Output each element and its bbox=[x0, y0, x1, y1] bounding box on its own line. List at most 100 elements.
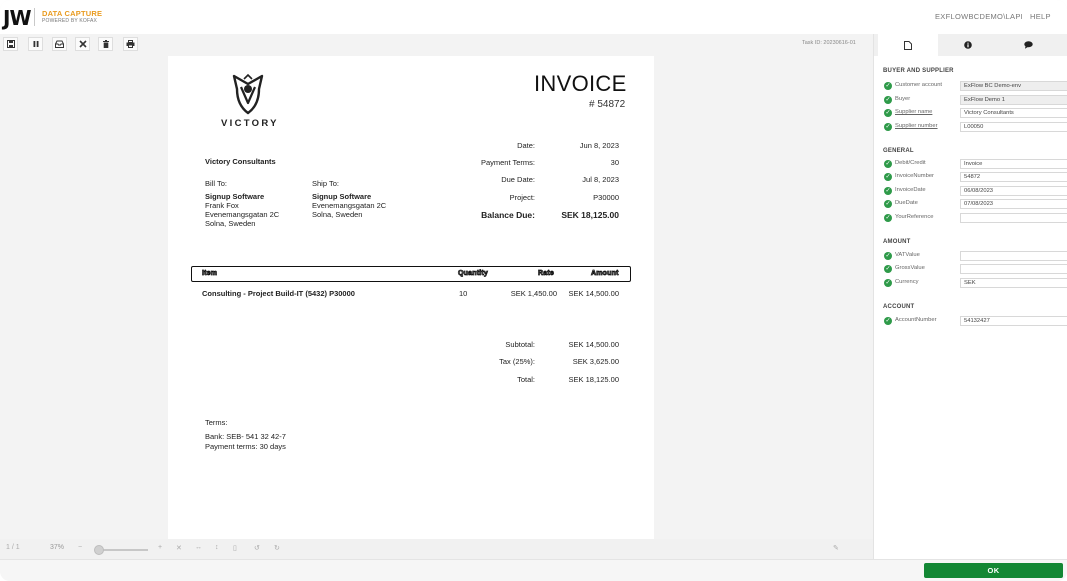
supplier-logo-text: VICTORY bbox=[221, 118, 279, 129]
field-value[interactable] bbox=[960, 213, 1067, 223]
field-value[interactable]: SEK bbox=[960, 278, 1067, 288]
field-value[interactable]: ExFlow Demo 1 bbox=[960, 95, 1067, 105]
zoom-out-button[interactable]: − bbox=[78, 544, 82, 551]
help-link[interactable]: HELP bbox=[1030, 12, 1051, 21]
field-value[interactable] bbox=[960, 251, 1067, 261]
bill-to-line: Frank Fox bbox=[205, 201, 239, 210]
edit-pencil-icon[interactable]: ✎ bbox=[833, 544, 839, 552]
supplier-name: Victory Consultants bbox=[205, 157, 276, 166]
field-supplier-name: ✓ Supplier name Victory Consultants bbox=[884, 108, 1067, 119]
field-gross-value: ✓ GrossValue bbox=[884, 264, 1067, 275]
field-value[interactable] bbox=[960, 264, 1067, 274]
item-quantity: 10 bbox=[459, 289, 468, 298]
page-view-icon[interactable]: ▯ bbox=[233, 544, 237, 552]
field-label-link[interactable]: Supplier number bbox=[895, 123, 938, 129]
panel-tabs bbox=[874, 34, 1067, 56]
check-icon: ✓ bbox=[884, 317, 892, 325]
field-vat-value: ✓ VATValue bbox=[884, 251, 1067, 262]
tab-info[interactable] bbox=[938, 34, 998, 56]
pause-icon bbox=[33, 41, 38, 47]
trash-icon bbox=[102, 40, 109, 48]
meta-value: P30000 bbox=[593, 193, 619, 202]
terms-label: Terms: bbox=[205, 418, 228, 427]
fit-height-icon[interactable]: ↕ bbox=[215, 544, 219, 551]
save-icon bbox=[6, 40, 15, 48]
field-label: Buyer bbox=[895, 96, 911, 102]
pause-button[interactable] bbox=[28, 37, 43, 51]
bill-to-label: Bill To: bbox=[205, 179, 227, 188]
field-label: DueDate bbox=[895, 200, 918, 206]
document-viewer[interactable] bbox=[0, 54, 873, 539]
check-icon: ✓ bbox=[884, 160, 892, 168]
footer-bar: OK bbox=[0, 559, 1067, 581]
check-icon: ✓ bbox=[884, 187, 892, 195]
field-customer-account: ✓ Customer account ExFlow BC Demo-env bbox=[884, 81, 1067, 92]
field-debit-credit: ✓ Debit/Credit Invoice bbox=[884, 159, 1067, 170]
fit-page-icon[interactable]: ✕ bbox=[176, 544, 182, 552]
info-icon bbox=[964, 41, 972, 49]
invoice-number: # 54872 bbox=[589, 99, 626, 110]
ok-button[interactable]: OK bbox=[924, 563, 1063, 578]
item-description: Consulting - Project Build-IT (5432) P30… bbox=[202, 289, 355, 298]
brand-subtitle: POWERED BY KOFAX bbox=[42, 18, 98, 24]
bill-to-line: Evenemangsgatan 2C bbox=[205, 210, 280, 219]
victory-logo-icon bbox=[232, 73, 264, 115]
field-label-link[interactable]: Supplier name bbox=[895, 109, 932, 115]
comment-icon bbox=[1023, 41, 1033, 49]
print-icon bbox=[126, 40, 135, 48]
field-value[interactable]: ExFlow BC Demo-env bbox=[960, 81, 1067, 91]
save-button[interactable] bbox=[3, 37, 18, 51]
column-header: Item bbox=[202, 270, 218, 278]
field-value[interactable]: 07/08/2023 bbox=[960, 199, 1067, 209]
check-icon: ✓ bbox=[884, 96, 892, 104]
field-value[interactable]: Invoice bbox=[960, 159, 1067, 169]
field-value[interactable]: Victory Consultants bbox=[960, 108, 1067, 118]
field-label: AccountNumber bbox=[895, 317, 937, 323]
tab-document[interactable] bbox=[878, 34, 938, 56]
app-window: JW DATA CAPTURE POWERED BY KOFAX EXFLOWB… bbox=[0, 0, 1067, 581]
check-icon: ✓ bbox=[884, 109, 892, 117]
field-invoice-number: ✓ InvoiceNumber 54872 bbox=[884, 172, 1067, 183]
field-value[interactable]: 54132427 bbox=[960, 316, 1067, 326]
user-menu[interactable]: EXFLOWBCDEMO\LAPI bbox=[935, 12, 1023, 21]
rotate-left-icon[interactable]: ↺ bbox=[254, 544, 260, 552]
reject-button[interactable] bbox=[75, 37, 90, 51]
column-header: Quantity bbox=[458, 270, 489, 278]
page-navigation[interactable]: 1 / 1 bbox=[6, 544, 20, 551]
logo-divider bbox=[34, 8, 35, 26]
bill-to-line: Signup Software bbox=[205, 192, 265, 201]
zoom-slider-handle[interactable] bbox=[94, 545, 104, 555]
field-account-number: ✓ AccountNumber 54132427 bbox=[884, 316, 1067, 327]
field-label: GrossValue bbox=[895, 265, 925, 271]
field-label: YourReference bbox=[895, 214, 934, 220]
zoom-in-button[interactable]: + bbox=[158, 544, 162, 551]
meta-value: Jun 8, 2023 bbox=[579, 141, 619, 150]
delete-button[interactable] bbox=[98, 37, 113, 51]
print-button[interactable] bbox=[123, 37, 138, 51]
ship-to-line: Evenemangsgatan 2C bbox=[312, 201, 387, 210]
viewer-controls: 1 / 1 37% − + ✕ ↔ ↕ ▯ ↺ ↻ ✎ bbox=[0, 539, 873, 559]
section-title-amount: AMOUNT bbox=[883, 239, 911, 245]
check-icon: ✓ bbox=[884, 265, 892, 273]
check-icon: ✓ bbox=[884, 123, 892, 131]
fit-width-icon[interactable]: ↔ bbox=[195, 544, 202, 551]
meta-value: Jul 8, 2023 bbox=[582, 175, 619, 184]
tab-comments[interactable] bbox=[998, 34, 1058, 56]
meta-value: 30 bbox=[610, 158, 619, 167]
totals-value: SEK 14,500.00 bbox=[568, 340, 619, 349]
field-label: InvoiceDate bbox=[895, 187, 926, 193]
zoom-slider[interactable] bbox=[98, 549, 148, 551]
inbox-icon bbox=[55, 40, 64, 48]
section-title-account: ACCOUNT bbox=[883, 304, 915, 310]
rotate-right-icon[interactable]: ↻ bbox=[274, 544, 280, 552]
document-toolbar: Task ID: 20230616-01 bbox=[0, 34, 873, 54]
item-amount: SEK 14,500.00 bbox=[568, 289, 619, 298]
field-value[interactable]: L00050 bbox=[960, 122, 1067, 132]
balance-due-value: SEK 18,125.00 bbox=[561, 210, 619, 220]
field-value[interactable]: 06/08/2023 bbox=[960, 186, 1067, 196]
field-due-date: ✓ DueDate 07/08/2023 bbox=[884, 199, 1067, 210]
items-table-header: Item Quantity Rate Amount bbox=[191, 266, 631, 282]
inbox-button[interactable] bbox=[52, 37, 67, 51]
field-value[interactable]: 54872 bbox=[960, 172, 1067, 182]
field-label: Debit/Credit bbox=[895, 160, 926, 166]
